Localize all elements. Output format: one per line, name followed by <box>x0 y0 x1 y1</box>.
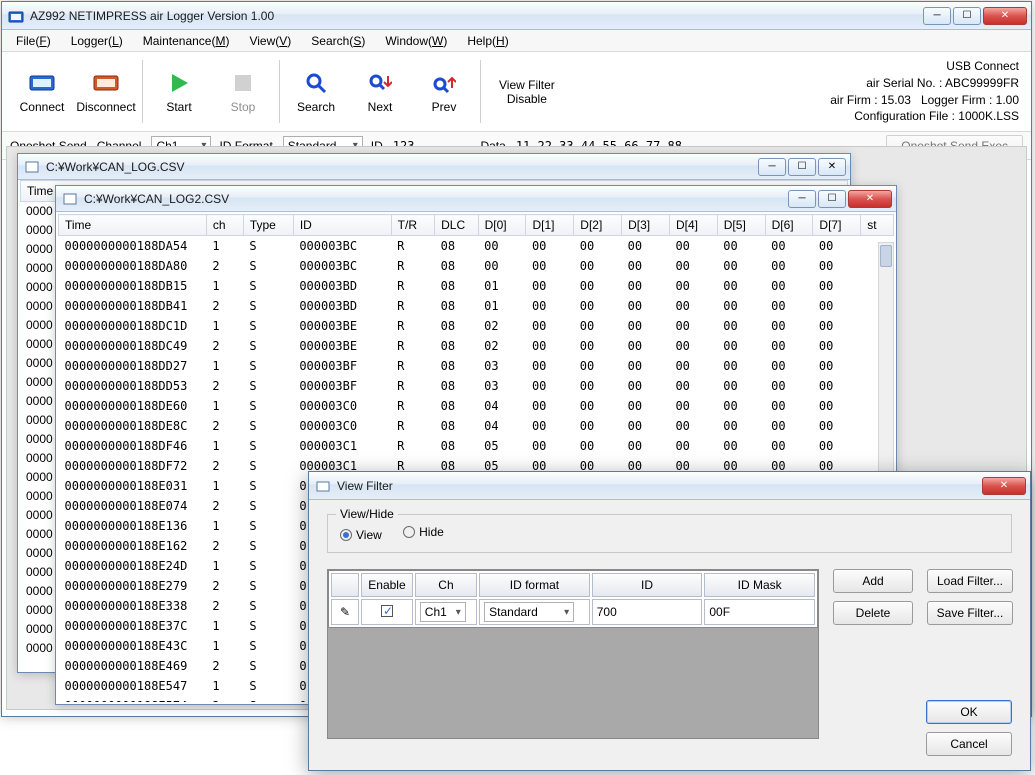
viewhide-group: View/Hide View Hide <box>327 514 1012 553</box>
row-idformat-select[interactable]: Standard <box>484 602 574 622</box>
log1-maximize[interactable]: ☐ <box>788 158 816 176</box>
menu-file[interactable]: File(F) <box>8 32 59 50</box>
connect-icon <box>29 70 55 96</box>
main-close-button[interactable]: ✕ <box>983 7 1027 25</box>
log2-minimize[interactable]: ─ <box>788 190 816 208</box>
main-title: AZ992 NETIMPRESS air Logger Version 1.00 <box>30 9 923 23</box>
log2-close[interactable]: ✕ <box>848 190 892 208</box>
toolbar: Connect Disconnect Start Stop Search Nex… <box>2 52 1031 132</box>
log1-title: C:¥Work¥CAN_LOG.CSV <box>46 160 758 174</box>
log2-maximize[interactable]: ☐ <box>818 190 846 208</box>
menubar: File(F) Logger(L) Maintenance(M) View(V)… <box>2 30 1031 52</box>
row-id-input[interactable]: 700 <box>592 599 703 625</box>
table-row[interactable]: 0000000000188DE8C2S000003C0R080400000000… <box>59 416 894 436</box>
search-button[interactable]: Search <box>284 56 348 127</box>
filter-titlebar[interactable]: View Filter ✕ <box>309 472 1030 500</box>
main-maximize-button[interactable]: ☐ <box>953 7 981 25</box>
doc-icon <box>62 191 78 207</box>
radio-hide[interactable]: Hide <box>403 525 444 539</box>
search-prev-icon <box>431 70 457 96</box>
table-row[interactable]: 0000000000188DF461S000003C1R080500000000… <box>59 436 894 456</box>
enable-checkbox[interactable]: ✓ <box>381 605 393 617</box>
log1-minimize[interactable]: ─ <box>758 158 786 176</box>
play-icon <box>166 70 192 96</box>
table-row[interactable]: 0000000000188DE601S000003C0R080400000000… <box>59 396 894 416</box>
connect-button[interactable]: Connect <box>10 56 74 127</box>
stop-icon <box>230 70 256 96</box>
status-info: USB Connect air Serial No. : ABC99999FR … <box>826 56 1023 127</box>
table-row[interactable]: 0000000000188DD532S000003BFR080300000000… <box>59 376 894 396</box>
table-row[interactable]: 0000000000188DB151S000003BDR080100000000… <box>59 276 894 296</box>
table-row[interactable]: 0000000000188DA802S000003BCR080000000000… <box>59 256 894 276</box>
add-button[interactable]: Add <box>833 569 913 593</box>
filter-icon <box>315 478 331 494</box>
row-idmask-input[interactable]: 00F <box>704 599 815 625</box>
filter-close-button[interactable]: ✕ <box>982 477 1026 495</box>
search-next-icon <box>367 70 393 96</box>
table-row[interactable]: 0000000000188DC1D1S000003BER080200000000… <box>59 316 894 336</box>
row-ch-select[interactable]: Ch1 <box>420 602 466 622</box>
filter-title: View Filter <box>337 479 982 493</box>
search-icon <box>303 70 329 96</box>
table-row[interactable]: 0000000000188DD271S000003BFR080300000000… <box>59 356 894 376</box>
disconnect-button[interactable]: Disconnect <box>74 56 138 127</box>
filter-row[interactable]: ✎ ✓ Ch1 Standard 700 00F <box>331 599 815 625</box>
menu-search[interactable]: Search(S) <box>303 32 373 50</box>
menu-view[interactable]: View(V) <box>241 32 299 50</box>
load-filter-button[interactable]: Load Filter... <box>927 569 1013 593</box>
log2-title: C:¥Work¥CAN_LOG2.CSV <box>84 192 788 206</box>
disconnect-icon <box>93 70 119 96</box>
menu-help[interactable]: Help(H) <box>459 32 516 50</box>
doc-icon <box>24 159 40 175</box>
filter-grid[interactable]: Enable Ch ID format ID ID Mask ✎ ✓ Ch1 S… <box>328 570 818 628</box>
prev-button[interactable]: Prev <box>412 56 476 127</box>
radio-view[interactable]: View <box>340 528 382 542</box>
viewfilter-indicator: View Filter Disable <box>485 56 569 127</box>
ok-button[interactable]: OK <box>926 700 1012 724</box>
log1-close[interactable]: ✕ <box>818 158 846 176</box>
view-filter-dialog: View Filter ✕ View/Hide View Hide Enable… <box>308 471 1031 771</box>
table-row[interactable]: 0000000000188DC492S000003BER080200000000… <box>59 336 894 356</box>
app-icon <box>8 8 24 24</box>
menu-maintenance[interactable]: Maintenance(M) <box>135 32 238 50</box>
save-filter-button[interactable]: Save Filter... <box>927 601 1013 625</box>
menu-window[interactable]: Window(W) <box>377 32 455 50</box>
main-titlebar[interactable]: AZ992 NETIMPRESS air Logger Version 1.00… <box>2 2 1031 30</box>
stop-button[interactable]: Stop <box>211 56 275 127</box>
delete-button[interactable]: Delete <box>833 601 913 625</box>
table-row[interactable]: 0000000000188DB412S000003BDR080100000000… <box>59 296 894 316</box>
cancel-button[interactable]: Cancel <box>926 732 1012 756</box>
menu-logger[interactable]: Logger(L) <box>63 32 131 50</box>
start-button[interactable]: Start <box>147 56 211 127</box>
next-button[interactable]: Next <box>348 56 412 127</box>
table-row[interactable]: 0000000000188DA541S000003BCR080000000000… <box>59 236 894 257</box>
main-minimize-button[interactable]: ─ <box>923 7 951 25</box>
